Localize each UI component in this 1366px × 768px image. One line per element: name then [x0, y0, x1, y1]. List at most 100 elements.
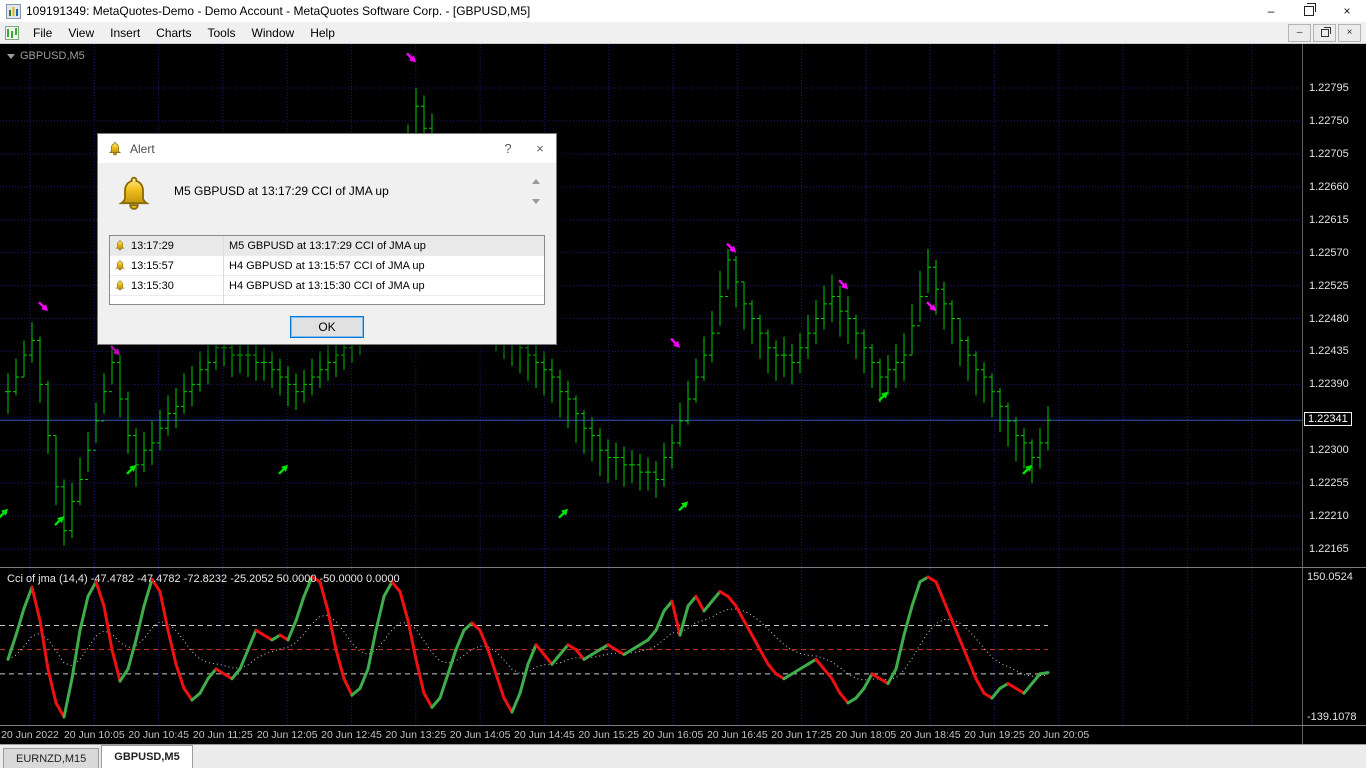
- chart-symbol-label: GBPUSD,M5: [7, 50, 85, 62]
- chevron-down-icon: [7, 53, 15, 59]
- time-axis-label: 20 Jun 2022: [1, 729, 59, 741]
- time-axis-label: 20 Jun 11:25: [192, 729, 253, 741]
- menu-bar: File View Insert Charts Tools Window Hel…: [0, 22, 1366, 44]
- close-button[interactable]: ×: [1328, 0, 1366, 22]
- time-axis-label: 20 Jun 20:05: [1028, 729, 1090, 741]
- cci-line: [6, 575, 1050, 719]
- price-axis-label: 1.22660: [1309, 180, 1349, 193]
- alert-text: H4 GBPUSD at 13:15:57 CCI of JMA up: [229, 259, 425, 272]
- indicator-axis-label: -139.1078: [1307, 711, 1357, 723]
- time-axis-label: 20 Jun 12:05: [256, 729, 318, 741]
- alert-row[interactable]: 13:15:30 H4 GBPUSD at 13:15:30 CCI of JM…: [110, 276, 544, 296]
- indicator-values-label: Cci of jma (14,4) -47.4782 -47.4782 -72.…: [7, 573, 400, 585]
- mdi-restore-button[interactable]: [1313, 23, 1336, 42]
- message-scroller: [532, 179, 540, 204]
- help-button[interactable]: ?: [492, 134, 524, 163]
- time-axis-label: 20 Jun 16:05: [642, 729, 704, 741]
- alert-bell-icon-large: [120, 176, 148, 210]
- window-titlebar[interactable]: 109191349: MetaQuotes-Demo - Demo Accoun…: [0, 0, 1366, 22]
- indicator-axis-label: 150.0524: [1307, 571, 1353, 583]
- price-axis-label: 1.22705: [1309, 147, 1349, 160]
- alert-time: 13:15:57: [131, 259, 174, 272]
- menu-tools[interactable]: Tools: [200, 24, 244, 42]
- price-axis-label: 1.22390: [1309, 378, 1349, 391]
- buy-arrow-icon: [558, 508, 568, 519]
- alert-text: H4 GBPUSD at 13:15:30 CCI of JMA up: [229, 279, 425, 292]
- menu-window[interactable]: Window: [244, 24, 303, 42]
- current-price-label: 1.22341: [1304, 412, 1352, 427]
- menu-insert[interactable]: Insert: [102, 24, 148, 42]
- sell-arrow-icon: [926, 301, 936, 312]
- sell-arrow-icon: [406, 52, 416, 63]
- dialog-close-button[interactable]: ×: [524, 134, 556, 163]
- alert-row[interactable]: 13:17:29 M5 GBPUSD at 13:17:29 CCI of JM…: [110, 236, 544, 256]
- indicator-grid: [29, 568, 1253, 726]
- alert-dialog-titlebar[interactable]: Alert ? ×: [98, 134, 556, 163]
- time-axis-label: 20 Jun 16:45: [706, 729, 768, 741]
- chart-icon: [5, 25, 19, 40]
- time-axis-label: 20 Jun 15:25: [578, 729, 640, 741]
- scroll-up-icon[interactable]: [532, 179, 540, 184]
- bell-icon: [115, 280, 125, 291]
- alert-bell-icon: [109, 141, 121, 155]
- menu-help[interactable]: Help: [302, 24, 343, 42]
- cci-indicator-chart[interactable]: [0, 568, 1302, 726]
- chart-tab-bar: EURNZD,M15 GBPUSD,M5: [0, 744, 1366, 768]
- ok-button[interactable]: OK: [290, 316, 364, 338]
- time-axis-label: 20 Jun 14:05: [449, 729, 511, 741]
- bell-icon: [115, 240, 125, 251]
- restore-button[interactable]: [1290, 0, 1328, 22]
- price-axis-label: 1.22570: [1309, 246, 1349, 259]
- mdi-window-controls: – ×: [1288, 23, 1361, 42]
- time-axis-label: 20 Jun 13:25: [385, 729, 447, 741]
- alert-time: 13:15:30: [131, 279, 174, 292]
- alert-list: 13:17:29 M5 GBPUSD at 13:17:29 CCI of JM…: [109, 235, 545, 305]
- indicator-timeaxis-separator: [0, 725, 1366, 726]
- menu-view[interactable]: View: [60, 24, 102, 42]
- indicator-levels: [0, 624, 1048, 675]
- buy-arrow-icon: [678, 501, 688, 512]
- tab-eurnzd-m15[interactable]: EURNZD,M15: [3, 748, 100, 768]
- price-scale[interactable]: 1.22795 1.22750 1.22705 1.22660 1.22615 1.225…: [1302, 44, 1366, 744]
- alert-dialog: Alert ? × M5 GBPUSD at 13:17:29 CCI of J…: [97, 133, 557, 345]
- price-axis-label: 1.22435: [1309, 345, 1349, 358]
- bell-icon: [115, 260, 125, 271]
- tab-gbpusd-m5[interactable]: GBPUSD,M5: [101, 745, 193, 768]
- alert-dialog-title: Alert: [130, 141, 155, 156]
- price-axis-label: 1.22300: [1309, 444, 1349, 457]
- price-axis-label: 1.22615: [1309, 213, 1349, 226]
- mdi-minimize-button[interactable]: –: [1288, 23, 1311, 42]
- sell-arrow-icon: [670, 337, 680, 348]
- buy-arrow-icon: [126, 464, 136, 475]
- restore-icon: [1304, 3, 1316, 16]
- price-axis-label: 1.22795: [1309, 82, 1349, 94]
- time-axis-label: 20 Jun 17:25: [771, 729, 832, 741]
- price-axis-label: 1.22165: [1309, 543, 1349, 555]
- time-axis-label: 20 Jun 19:25: [964, 729, 1025, 741]
- buy-arrow-icon: [278, 464, 288, 475]
- price-axis-label: 1.22525: [1309, 279, 1349, 292]
- menu-file[interactable]: File: [25, 24, 60, 42]
- time-scale[interactable]: 20 Jun 2022 20 Jun 10:05 20 Jun 10:45 20 Ju…: [0, 727, 1302, 744]
- chart-indicator-separator[interactable]: [0, 567, 1366, 568]
- alert-text: M5 GBPUSD at 13:17:29 CCI of JMA up: [229, 239, 426, 252]
- alert-row[interactable]: 13:15:57 H4 GBPUSD at 13:15:57 CCI of JM…: [110, 256, 544, 276]
- metatrader-window: { "window": { "title": "109191349: MetaQ…: [0, 0, 1366, 768]
- mdi-restore-icon: [1320, 26, 1331, 37]
- time-axis-label: 20 Jun 18:05: [835, 729, 897, 741]
- window-title: 109191349: MetaQuotes-Demo - Demo Accoun…: [26, 4, 531, 18]
- mdi-close-button[interactable]: ×: [1338, 23, 1361, 42]
- buy-arrow-icon: [54, 516, 64, 526]
- price-axis-label: 1.22210: [1309, 510, 1349, 523]
- time-axis-label: 20 Jun 10:05: [63, 729, 125, 741]
- time-axis-label: 20 Jun 10:45: [128, 729, 189, 741]
- sell-arrow-icon: [38, 301, 48, 312]
- price-axis-label: 1.22750: [1309, 114, 1349, 127]
- time-axis-label: 20 Jun 14:45: [514, 729, 575, 741]
- menu-charts[interactable]: Charts: [148, 24, 199, 42]
- time-axis-label: 20 Jun 12:45: [321, 729, 382, 741]
- app-icon: [6, 3, 21, 19]
- minimize-button[interactable]: –: [1252, 0, 1290, 22]
- scroll-down-icon[interactable]: [532, 199, 540, 204]
- price-axis-label: 1.22255: [1309, 477, 1349, 490]
